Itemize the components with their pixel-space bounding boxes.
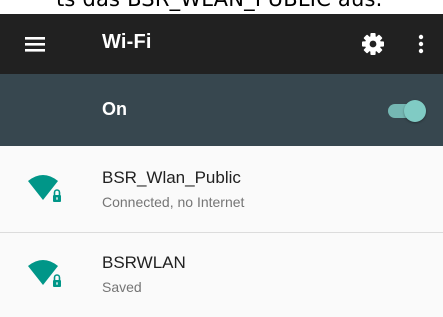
network-item-bsrwlan[interactable]: BSRWLAN Saved: [0, 233, 443, 317]
switch-thumb: [404, 100, 426, 122]
gear-icon[interactable]: [355, 26, 391, 62]
network-name: BSRWLAN: [102, 253, 186, 272]
wifi-lock-icon: [28, 260, 61, 287]
wifi-lock-icon: [28, 175, 61, 202]
caption-text: ts das BSR_WLAN_PUBLIC aus.: [56, 0, 383, 11]
wifi-state-label: On: [102, 99, 127, 119]
network-status: Saved: [102, 279, 142, 295]
network-item-bsr-wlan-public[interactable]: BSR_Wlan_Public Connected, no Internet: [0, 148, 443, 232]
network-name: BSR_Wlan_Public: [102, 168, 241, 187]
page-title: Wi-Fi: [102, 31, 152, 53]
wifi-master-switch-bar[interactable]: On: [0, 74, 443, 146]
app-toolbar: Wi-Fi: [0, 14, 443, 74]
wifi-toggle-switch[interactable]: [384, 98, 428, 124]
caption-fragment: ts das BSR_WLAN_PUBLIC aus.: [0, 0, 443, 14]
hamburger-menu-icon[interactable]: [18, 26, 54, 62]
more-vert-icon[interactable]: [403, 26, 439, 62]
network-status: Connected, no Internet: [102, 194, 245, 210]
